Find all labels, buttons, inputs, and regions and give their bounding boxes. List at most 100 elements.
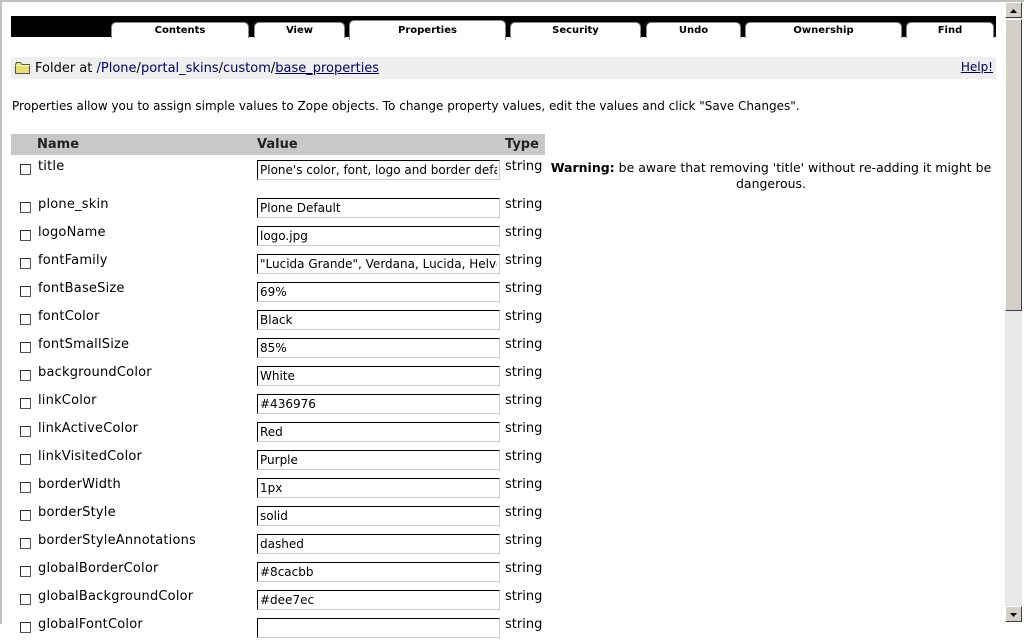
property-type: string [505, 225, 543, 240]
location-path: Folder at /Plone/portal_skins/custom/bas… [35, 61, 379, 76]
table-row: fontSmallSize string [11, 335, 1001, 363]
property-value-input[interactable] [257, 478, 500, 498]
property-value-input[interactable] [257, 366, 500, 386]
path-link-base-properties[interactable]: base_properties [275, 61, 379, 76]
row-select-checkbox[interactable] [20, 454, 31, 465]
table-row: borderWidth string [11, 475, 1001, 503]
property-value-input[interactable] [257, 618, 500, 638]
property-value-input[interactable] [257, 338, 500, 358]
property-value-input[interactable] [257, 254, 500, 274]
row-select-checkbox[interactable] [20, 594, 31, 605]
property-name: borderStyle [38, 505, 116, 520]
row-select-checkbox[interactable] [20, 164, 31, 175]
property-value-input[interactable] [257, 198, 500, 218]
property-name: borderWidth [38, 477, 121, 492]
property-name: globalBackgroundColor [38, 589, 194, 604]
property-type: string [505, 393, 543, 408]
property-name: linkColor [38, 393, 97, 408]
table-row: linkVisitedColor string [11, 447, 1001, 475]
warning-label: Warning: [550, 160, 615, 175]
tab-properties[interactable]: Properties [349, 20, 506, 40]
tab-view[interactable]: View [254, 22, 345, 38]
location-prefix: Folder at [35, 61, 93, 76]
property-type: string [505, 281, 543, 296]
scroll-up-button[interactable] [1005, 2, 1022, 18]
property-name: fontBaseSize [38, 281, 125, 296]
row-select-checkbox[interactable] [20, 510, 31, 521]
arrow-down-icon [1010, 613, 1017, 617]
tab-security[interactable]: Security [510, 22, 641, 38]
property-value-input[interactable] [257, 282, 500, 302]
path-link-custom[interactable]: custom [223, 61, 271, 76]
property-type: string [505, 309, 543, 324]
property-value-input[interactable] [257, 590, 500, 610]
row-select-checkbox[interactable] [20, 202, 31, 213]
property-name: linkActiveColor [38, 421, 139, 436]
property-value-input[interactable] [257, 506, 500, 526]
row-select-checkbox[interactable] [20, 398, 31, 409]
property-value-input[interactable] [257, 394, 500, 414]
tab-contents[interactable]: Contents [111, 22, 249, 38]
vertical-scrollbar[interactable] [1005, 2, 1022, 622]
property-type: string [505, 253, 543, 268]
property-name: globalBorderColor [38, 561, 159, 576]
path-link-plone[interactable]: /Plone [97, 61, 137, 76]
property-type: string [505, 589, 543, 604]
property-value-input[interactable] [257, 422, 500, 442]
tab-bar: Contents View Properties Security Undo O… [11, 16, 996, 40]
row-select-checkbox[interactable] [20, 230, 31, 241]
path-link-portal-skins[interactable]: portal_skins [141, 61, 219, 76]
property-name: fontSmallSize [38, 337, 130, 352]
page-description: Properties allow you to assign simple va… [12, 99, 800, 113]
header-type: Type [505, 137, 539, 152]
property-name: plone_skin [38, 197, 109, 212]
row-select-checkbox[interactable] [20, 314, 31, 325]
property-name: backgroundColor [38, 365, 152, 380]
property-type: string [505, 159, 543, 174]
property-value-input[interactable] [257, 450, 500, 470]
table-row: fontFamily string [11, 251, 1001, 279]
row-select-checkbox[interactable] [20, 286, 31, 297]
row-select-checkbox[interactable] [20, 566, 31, 577]
table-row: linkColor string [11, 391, 1001, 419]
property-value-input[interactable] [257, 534, 500, 554]
property-type: string [505, 477, 543, 492]
property-type: string [505, 421, 543, 436]
property-type: string [505, 365, 543, 380]
row-select-checkbox[interactable] [20, 426, 31, 437]
header-value: Value [257, 137, 298, 152]
property-value-input[interactable] [257, 226, 500, 246]
scroll-down-button[interactable] [1005, 606, 1022, 622]
row-select-checkbox[interactable] [20, 370, 31, 381]
tab-ownership[interactable]: Ownership [745, 22, 902, 38]
tab-undo[interactable]: Undo [646, 22, 741, 38]
property-value-input[interactable] [257, 160, 500, 180]
row-select-checkbox[interactable] [20, 538, 31, 549]
property-name: globalFontColor [38, 617, 143, 632]
folder-icon [15, 62, 30, 74]
header-name: Name [37, 137, 80, 152]
row-select-checkbox[interactable] [20, 342, 31, 353]
help-link[interactable]: Help! [961, 60, 993, 74]
tab-find[interactable]: Find [906, 22, 994, 38]
scroll-thumb[interactable] [1005, 19, 1022, 311]
property-type: string [505, 197, 543, 212]
row-select-checkbox[interactable] [20, 258, 31, 269]
table-row: fontColor string [11, 307, 1001, 335]
table-row: logoName string [11, 223, 1001, 251]
title-warning: Warning: be aware that removing 'title' … [548, 160, 994, 192]
table-row: globalBackgroundColor string [11, 587, 1001, 615]
property-value-input[interactable] [257, 562, 500, 582]
property-type: string [505, 449, 543, 464]
row-select-checkbox[interactable] [20, 482, 31, 493]
property-name: title [38, 159, 65, 174]
property-value-input[interactable] [257, 310, 500, 330]
property-name: fontColor [38, 309, 100, 324]
table-row: backgroundColor string [11, 363, 1001, 391]
property-name: linkVisitedColor [38, 449, 143, 464]
table-row: globalFontColor string [11, 615, 1001, 643]
table-row: borderStyle string [11, 503, 1001, 531]
table-row: borderStyleAnnotations string [11, 531, 1001, 559]
property-type: string [505, 337, 543, 352]
property-type: string [505, 505, 543, 520]
